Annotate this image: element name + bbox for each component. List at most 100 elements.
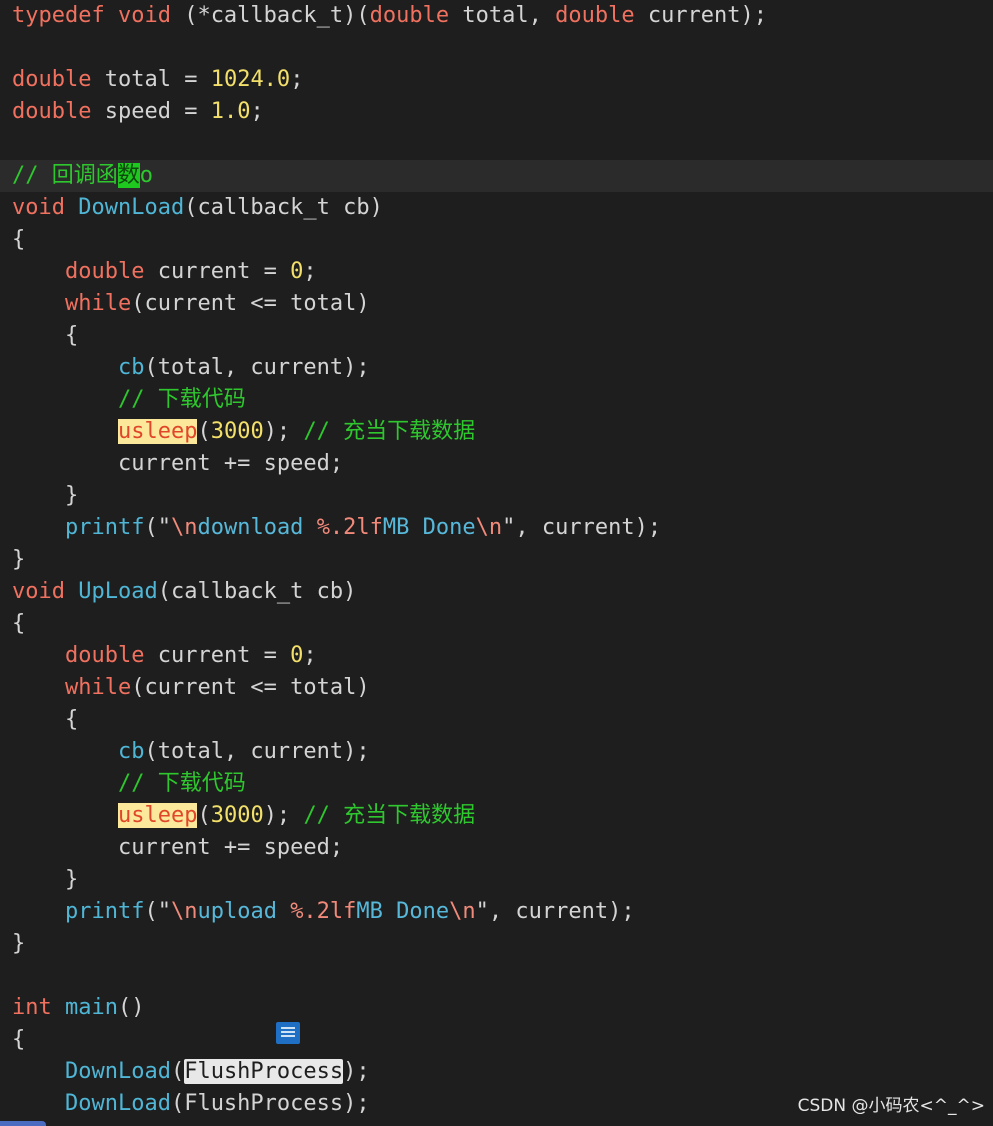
code-token: { (12, 1027, 26, 1052)
code-token: o (139, 163, 154, 188)
code-line[interactable]: void DownLoad(callback_t cb) (0, 192, 993, 224)
code-line[interactable]: DownLoad(FlushProcess); (0, 1056, 993, 1088)
code-token: void (117, 3, 171, 28)
note-icon[interactable] (276, 1022, 300, 1044)
code-line[interactable]: // 回调函数o (0, 160, 993, 192)
code-line[interactable]: double current = 0; (0, 640, 993, 672)
code-token: ); (263, 803, 304, 828)
code-line[interactable]: } (0, 928, 993, 960)
code-token: double (64, 643, 145, 668)
code-token: upload (197, 899, 291, 924)
code-editor[interactable]: typedef void (*callback_t)(double total,… (0, 0, 993, 1126)
code-token: // 下载代码 (117, 387, 246, 412)
code-token: cb (117, 355, 145, 380)
code-token: while (64, 291, 132, 316)
code-line[interactable]: { (0, 224, 993, 256)
code-token: ( (170, 1059, 185, 1084)
code-token: { (12, 227, 26, 252)
code-token: { (12, 323, 79, 348)
code-line[interactable]: // 下载代码 (0, 768, 993, 800)
code-line[interactable]: cb(total, current); (0, 736, 993, 768)
code-line[interactable]: double current = 0; (0, 256, 993, 288)
code-token: total, (449, 3, 556, 28)
code-token: } (12, 547, 26, 572)
code-token: 1024.0 (210, 67, 291, 92)
code-line[interactable] (0, 960, 993, 992)
code-token: ); (343, 1059, 370, 1084)
code-line[interactable]: cb(total, current); (0, 352, 993, 384)
code-line[interactable]: { (0, 608, 993, 640)
code-token: { (12, 611, 26, 636)
code-line[interactable]: usleep(3000); // 充当下载数据 (0, 800, 993, 832)
code-line[interactable]: void UpLoad(callback_t cb) (0, 576, 993, 608)
code-line[interactable]: double speed = 1.0; (0, 96, 993, 128)
code-line[interactable]: typedef void (*callback_t)(double total,… (0, 0, 993, 32)
code-token: double (369, 3, 450, 28)
code-token: 3000 (210, 419, 264, 444)
code-token: ; (303, 643, 317, 668)
code-token: ( (197, 803, 211, 828)
code-line[interactable]: current += speed; (0, 832, 993, 864)
code-line[interactable]: current += speed; (0, 448, 993, 480)
code-line[interactable]: double total = 1024.0; (0, 64, 993, 96)
code-token: DownLoad (78, 195, 185, 220)
code-line[interactable]: { (0, 1024, 993, 1056)
code-line[interactable]: } (0, 480, 993, 512)
code-token: (current <= total) (131, 675, 370, 700)
code-token: } (12, 483, 79, 508)
code-token: \n (475, 515, 503, 540)
code-token: cb (117, 739, 145, 764)
code-token: // 回调函 (12, 163, 118, 188)
code-token: DownLoad (64, 1091, 171, 1116)
code-token: () (117, 995, 145, 1020)
code-token: FlushProcess (184, 1059, 344, 1084)
code-token: MB Done (356, 899, 450, 924)
code-token: double (555, 3, 635, 28)
code-line[interactable]: while(current <= total) (0, 672, 993, 704)
code-token: total = (91, 67, 211, 92)
code-token: \n (170, 899, 198, 924)
code-line[interactable]: // 下载代码 (0, 384, 993, 416)
code-line[interactable]: usleep(3000); // 充当下载数据 (0, 416, 993, 448)
code-token: MB Done (382, 515, 476, 540)
code-token: ; (290, 67, 304, 92)
code-token: ", current); (475, 899, 635, 924)
code-token: ; (250, 99, 264, 124)
code-line[interactable]: printf("\nupload %.2lfMB Done\n", curren… (0, 896, 993, 928)
code-line[interactable] (0, 128, 993, 160)
code-token: speed = (91, 99, 211, 124)
code-line[interactable]: } (0, 544, 993, 576)
code-token: printf (64, 899, 145, 924)
code-line[interactable]: { (0, 320, 993, 352)
code-token: // 充当下载数据 (303, 419, 476, 444)
code-token: usleep (117, 419, 198, 444)
code-token: \n (449, 899, 476, 924)
code-token: void (12, 579, 65, 604)
corner-accent (0, 1121, 46, 1126)
code-token: usleep (117, 803, 198, 828)
code-token: (callback_t cb) (157, 579, 357, 604)
code-line[interactable]: while(current <= total) (0, 288, 993, 320)
code-line[interactable]: { (0, 704, 993, 736)
code-line[interactable] (0, 32, 993, 64)
code-token: { (12, 707, 79, 732)
code-line[interactable]: int main() (0, 992, 993, 1024)
code-token: (current <= total) (131, 291, 370, 316)
code-line[interactable]: printf("\ndownload %.2lfMB Done\n", curr… (0, 512, 993, 544)
code-token: current += speed; (12, 451, 344, 476)
code-token: 数 (117, 163, 140, 188)
code-line[interactable]: } (0, 864, 993, 896)
code-token: ); (263, 419, 304, 444)
code-token: void (12, 195, 65, 220)
